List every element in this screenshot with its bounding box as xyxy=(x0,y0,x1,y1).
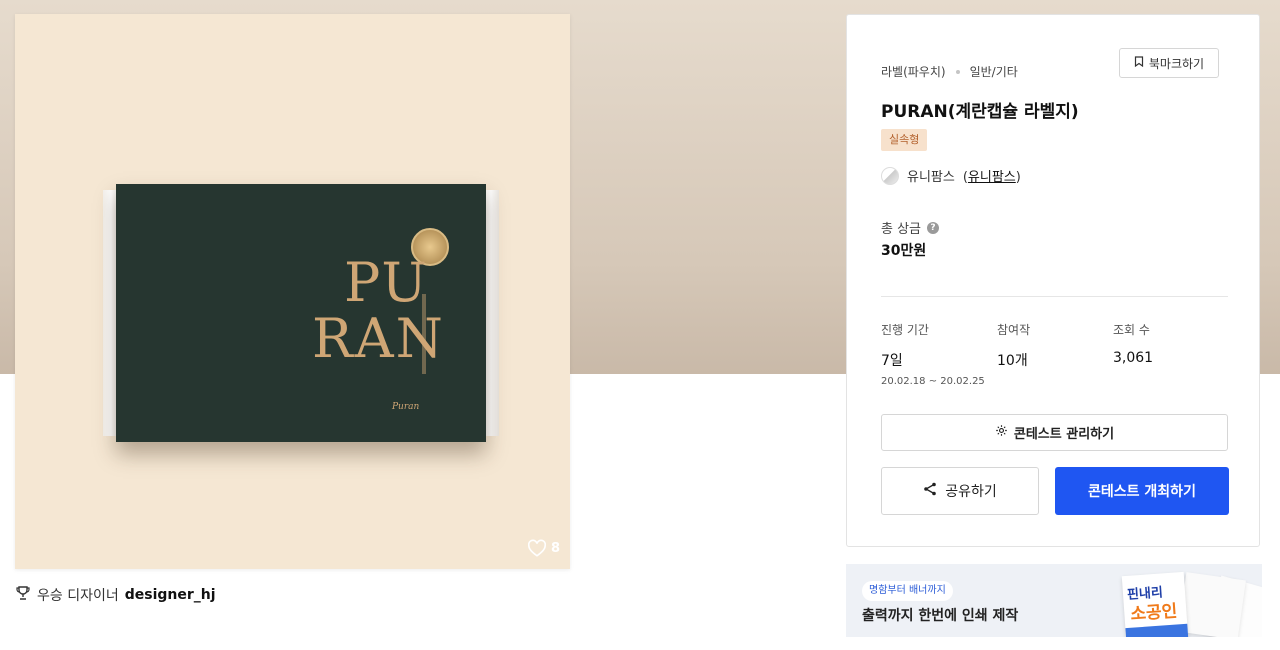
help-icon[interactable]: ? xyxy=(927,221,940,234)
subcategory-label[interactable]: 일반/기타 xyxy=(970,63,1018,80)
share-icon xyxy=(923,482,937,500)
trophy-icon xyxy=(15,585,31,605)
entries-value: 10개 xyxy=(997,353,1028,369)
share-button[interactable]: 공유하기 xyxy=(881,467,1039,515)
stat-entries: 참여작 10개 xyxy=(997,321,1030,370)
period-value: 7일 xyxy=(881,353,903,369)
host-name: 유니팜스 xyxy=(907,170,955,185)
banner-card-line2: 소공인 xyxy=(1129,601,1178,625)
divider xyxy=(881,296,1228,297)
product-box-mockup: PU RAN Puran xyxy=(103,184,499,442)
banner-card-middle xyxy=(1178,572,1246,637)
entries-label: 참여작 xyxy=(997,323,1031,337)
period-label: 진행 기간 xyxy=(881,323,929,337)
contest-info-card: 라벨(파우치) 일반/기타 북마크하기 PURAN(계란캡슐 라벨지) 실속형 … xyxy=(846,14,1260,547)
prize-label-row: 총 상금 ? xyxy=(881,218,940,237)
vertical-text-decoration xyxy=(422,294,426,374)
like-counter[interactable]: 8 xyxy=(527,539,560,557)
signature-mark: Puran xyxy=(392,402,420,412)
box-front: PU RAN Puran xyxy=(116,184,486,442)
stat-views: 조회 수 3,061 xyxy=(1113,321,1153,366)
brand-logo-line1: PU xyxy=(344,251,429,314)
banner-card-wave xyxy=(1125,623,1189,637)
host-link[interactable]: 유니팜스 xyxy=(968,170,1016,185)
banner-pill: 명함부터 배너까지 xyxy=(862,581,953,601)
prize-label: 총 상금 xyxy=(881,222,922,237)
contest-preview-image[interactable]: PU RAN Puran 8 xyxy=(15,14,570,569)
category-breadcrumb: 라벨(파우치) 일반/기타 xyxy=(881,63,1018,80)
host-contest-button[interactable]: 콘테스트 개최하기 xyxy=(1055,467,1229,515)
banner-card-front: 핀내리 소공인 xyxy=(1121,571,1189,637)
brand-logo: PU RAN xyxy=(312,251,444,384)
prize-value: 30만원 xyxy=(881,243,927,259)
period-range: 20.02.18 ~ 20.02.25 xyxy=(881,376,985,387)
category-label[interactable]: 라벨(파우치) xyxy=(881,63,946,80)
host-info: 유니팜스 (유니팜스) xyxy=(881,166,1021,185)
stat-period: 진행 기간 7일 20.02.18 ~ 20.02.25 xyxy=(881,321,985,387)
print-ad-banner[interactable]: 명함부터 배너까지 출력까지 한번에 인쇄 제작 핀내리 소공인 xyxy=(846,564,1262,637)
separator-dot xyxy=(955,69,960,74)
bookmark-icon xyxy=(1134,56,1144,70)
winner-label: 우승 디자이너 xyxy=(37,588,119,604)
heart-icon xyxy=(527,539,547,557)
bookmark-label: 북마크하기 xyxy=(1148,56,1205,71)
manage-contest-button[interactable]: 콘테스트 관리하기 xyxy=(881,414,1228,451)
winner-designer: 우승 디자이너 designer_hj xyxy=(15,585,216,605)
gear-icon xyxy=(995,424,1008,441)
host-avatar xyxy=(881,166,899,185)
bookmark-button[interactable]: 북마크하기 xyxy=(1119,48,1219,78)
views-value: 3,061 xyxy=(1113,350,1154,366)
host-link-wrapper: (유니팜스) xyxy=(962,170,1021,185)
plan-badge: 실속형 xyxy=(881,129,928,151)
views-label: 조회 수 xyxy=(1113,323,1150,337)
winner-name[interactable]: designer_hj xyxy=(125,587,216,603)
banner-artwork: 핀내리 소공인 xyxy=(1116,568,1262,637)
share-label: 공유하기 xyxy=(945,484,997,500)
like-count: 8 xyxy=(551,540,561,556)
manage-contest-label: 콘테스트 관리하기 xyxy=(1013,427,1115,442)
contest-title: PURAN(계란캡슐 라벨지) xyxy=(881,102,1079,122)
banner-text: 출력까지 한번에 인쇄 제작 xyxy=(862,608,1019,624)
